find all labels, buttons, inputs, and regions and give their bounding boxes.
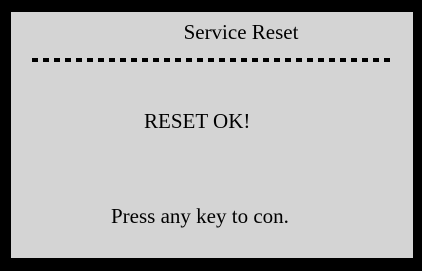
title-divider xyxy=(32,58,394,62)
screen-title: Service Reset xyxy=(183,20,299,44)
continue-prompt[interactable]: Press any key to con. xyxy=(111,204,289,229)
device-screen: Service Reset RESET OK! Press any key to… xyxy=(0,0,422,271)
reset-status-message: RESET OK! xyxy=(144,109,251,133)
